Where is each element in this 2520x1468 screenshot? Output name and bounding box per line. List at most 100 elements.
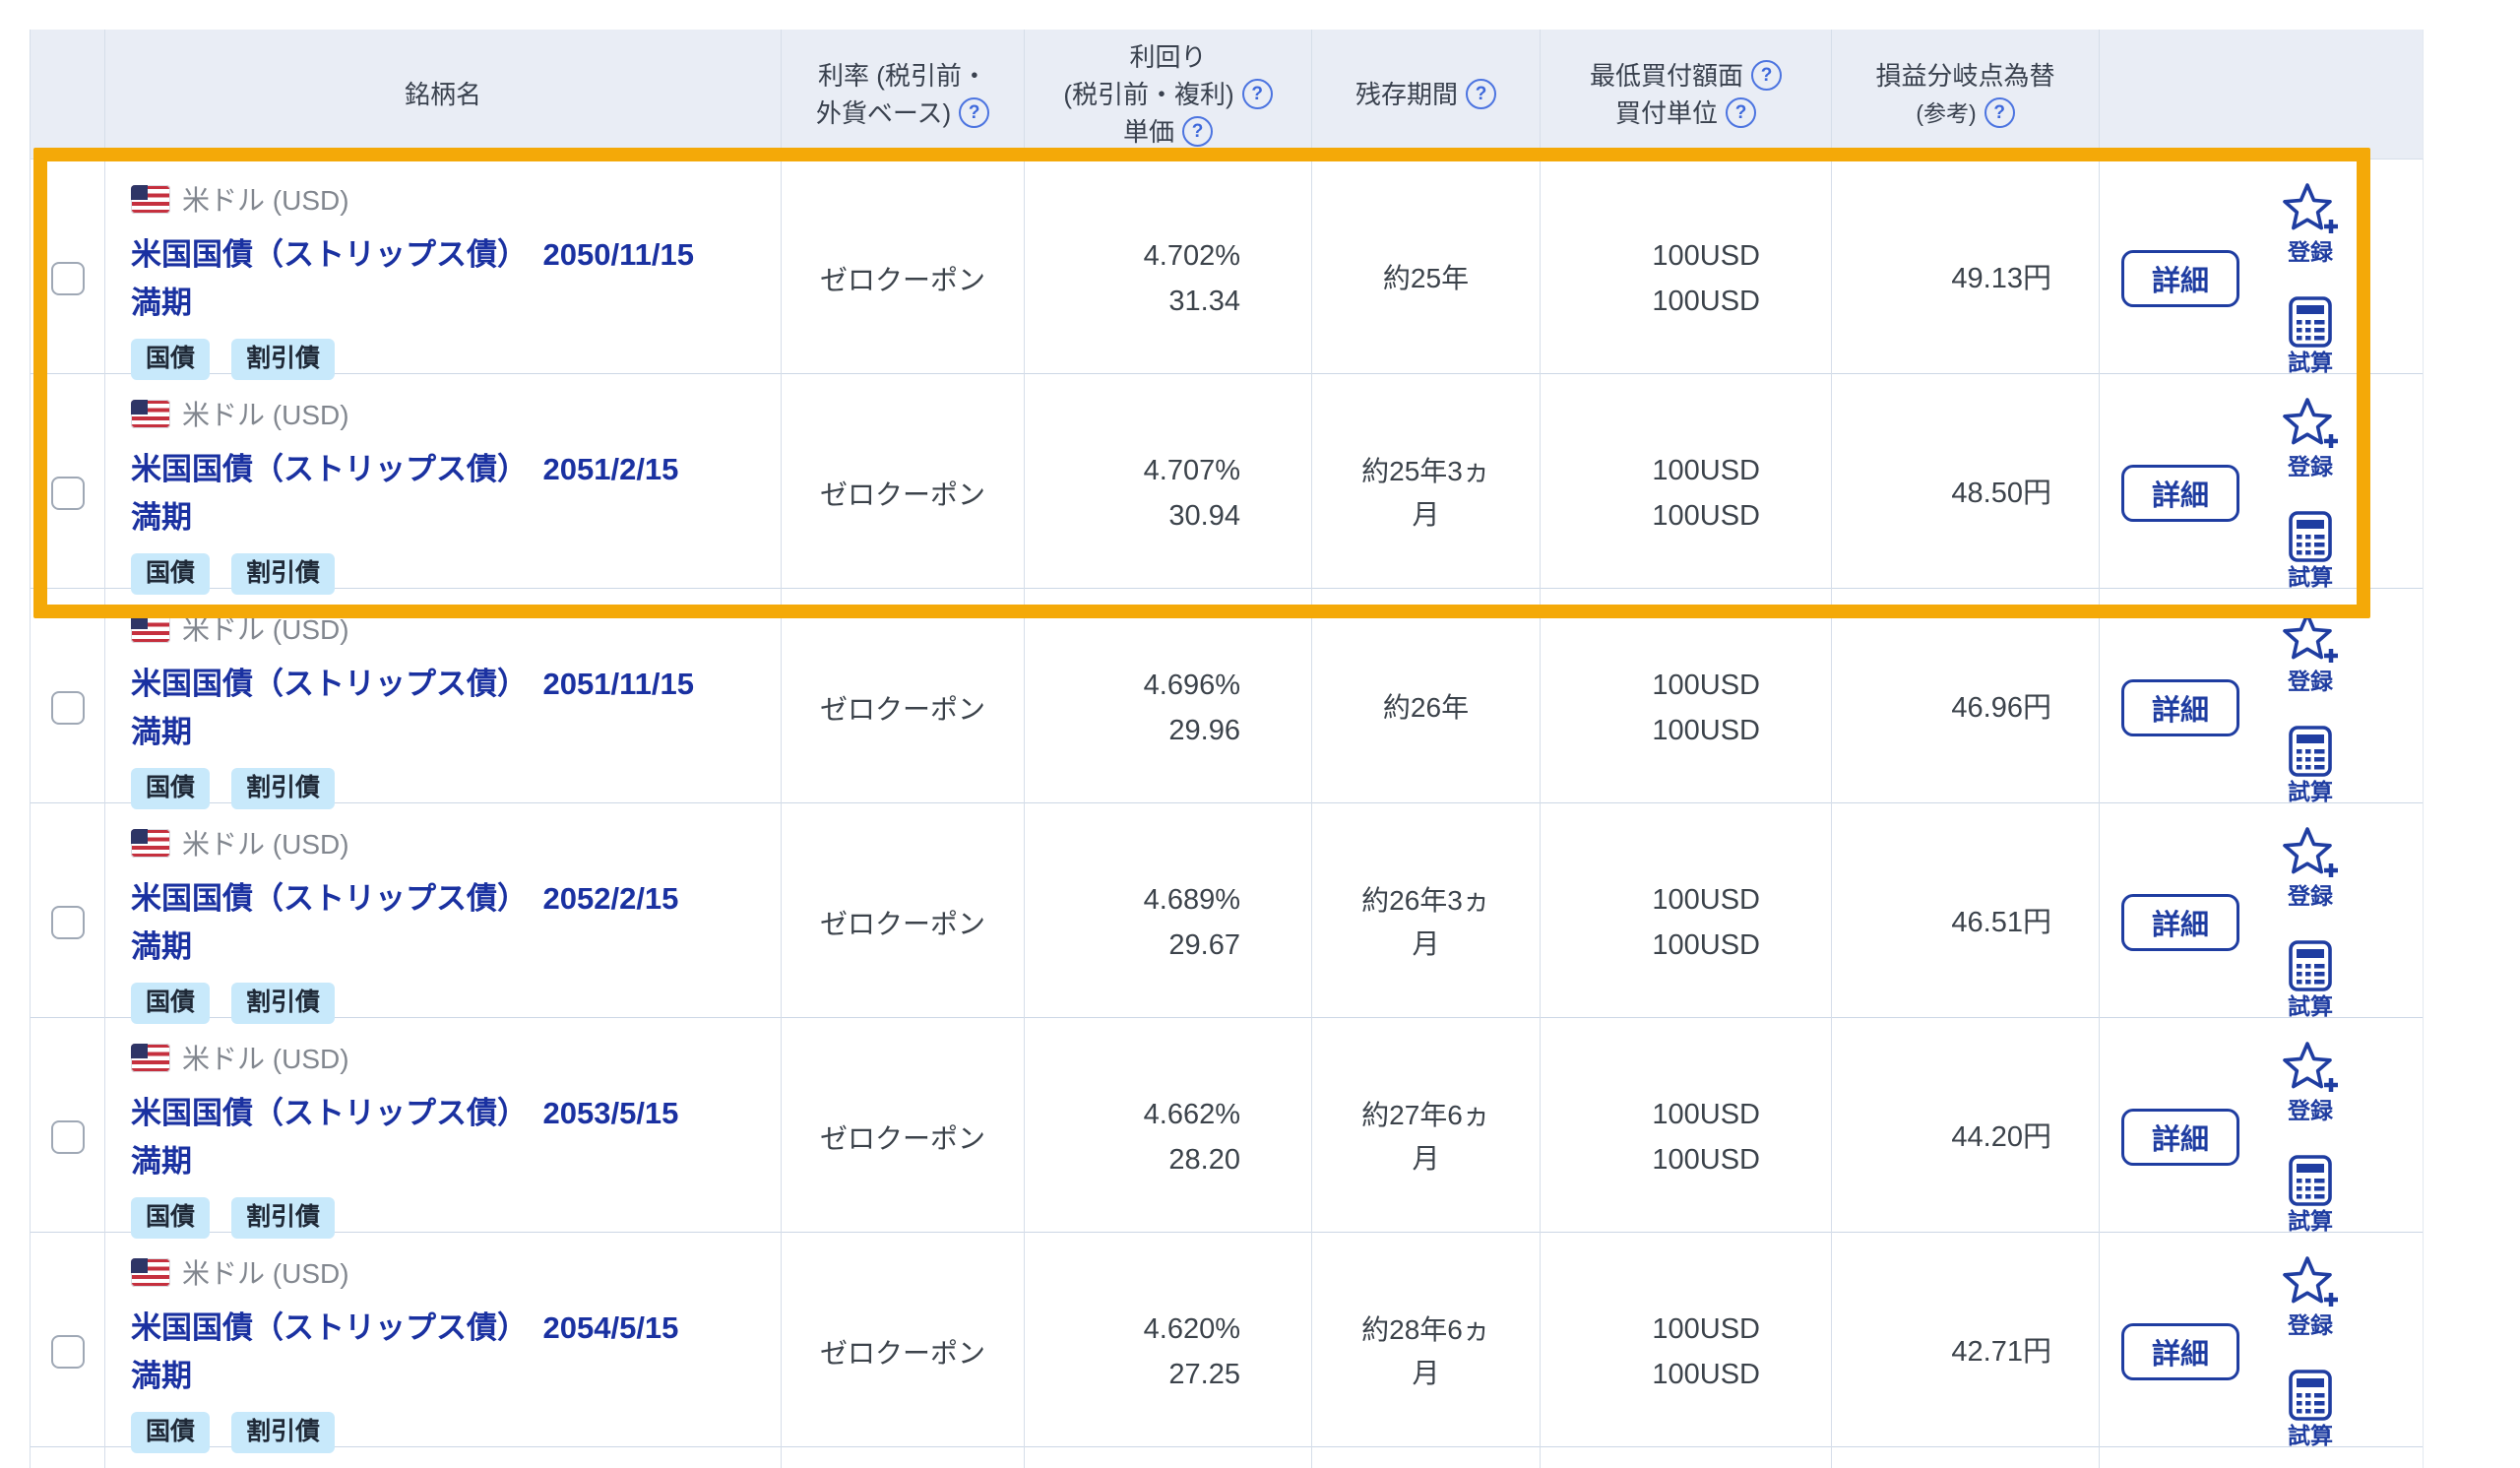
header-min-purchase: 最低買付額面 ? 買付単位 ? (1540, 30, 1831, 160)
bond-name-line1: 米国国債（ストリップス債） 2053/5/15 (131, 1089, 761, 1137)
us-flag-icon (131, 400, 170, 428)
simulation-button[interactable]: 試算 (2287, 939, 2334, 1019)
detail-button[interactable]: 詳細 (2121, 1109, 2239, 1166)
yield-price-cell: 4.689% 29.67 (1024, 803, 1311, 1042)
register-label: 登録 (2288, 670, 2333, 694)
row-checkbox[interactable] (51, 1120, 85, 1154)
star-plus-icon (2281, 610, 2340, 668)
coupon-type: ゼロクーポン (820, 1117, 985, 1157)
coupon-type-cell: ゼロクーポン (781, 374, 1024, 612)
min-purchase-cell: 100USD 100USD (1540, 1233, 1831, 1468)
simulation-label: 試算 (2288, 351, 2333, 375)
table-row: 米ドル (USD) 米国国債（ストリップス債） 2051/2/15 満期 国債 … (30, 374, 2424, 589)
row-checkbox[interactable] (51, 906, 85, 939)
purchase-unit-value: 100USD (1652, 1352, 1760, 1397)
simulation-label: 試算 (2288, 565, 2333, 590)
coupon-type: ゼロクーポン (820, 1332, 985, 1372)
row-checkbox[interactable] (51, 691, 85, 725)
row-checkbox-cell (30, 589, 104, 827)
calculator-icon (2287, 1369, 2334, 1422)
currency-line: 米ドル (USD) (131, 394, 761, 433)
currency-line: 米ドル (USD) (131, 1038, 761, 1077)
currency-label: 米ドル (USD) (182, 1252, 349, 1292)
help-icon[interactable]: ? (1984, 97, 2015, 128)
simulation-button[interactable]: 試算 (2287, 1154, 2334, 1234)
calculator-icon (2287, 1154, 2334, 1207)
row-checkbox[interactable] (51, 262, 85, 295)
star-plus-icon (2281, 1254, 2340, 1311)
row-checkbox[interactable] (51, 477, 85, 510)
register-favorite-button[interactable]: 登録 (2281, 396, 2340, 479)
calculator-icon (2287, 510, 2334, 563)
min-purchase-cell: 100USD 100USD (1540, 160, 1831, 398)
register-label: 登録 (2288, 884, 2333, 909)
coupon-type: ゼロクーポン (820, 474, 985, 513)
remaining-period: 約25年 (1349, 257, 1504, 300)
simulation-label: 試算 (2288, 780, 2333, 804)
detail-button[interactable]: 詳細 (2121, 894, 2239, 951)
currency-line: 米ドル (USD) (131, 179, 761, 219)
breakeven-fx-cell: 49.13円 (1831, 160, 2099, 398)
help-icon[interactable]: ? (1242, 79, 1273, 109)
header-actions-column (2099, 30, 2424, 160)
detail-button[interactable]: 詳細 (2121, 679, 2239, 736)
help-icon[interactable]: ? (1182, 116, 1213, 147)
row-checkbox-cell (30, 1233, 104, 1468)
currency-label: 米ドル (USD) (182, 823, 349, 862)
header-coupon-rate: 利率 (税引前・ 外貨ベース) ? (781, 30, 1024, 160)
yield-value: 4.689% (1144, 877, 1240, 923)
min-face-value: 100USD (1652, 1092, 1760, 1137)
issue-name-cell: 米ドル (USD) 米国国債（ストリップス債） 2051/2/15 満期 国債 … (104, 374, 781, 612)
issue-name-cell: 米ドル (USD) 米国国債（ストリップス債） 2053/5/15 満期 国債 … (104, 1018, 781, 1256)
bond-name-line2: 満期 (131, 1137, 761, 1185)
star-plus-icon (2281, 181, 2340, 238)
bond-name-line1: 米国国債（ストリップス債） 2052/2/15 (131, 874, 761, 923)
table-row: 米ドル (USD) 米国国債（ストリップス債） 2051/11/15 満期 国債… (30, 589, 2424, 803)
detail-button[interactable]: 詳細 (2121, 250, 2239, 307)
register-label: 登録 (2288, 455, 2333, 479)
star-plus-icon (2281, 1040, 2340, 1097)
bond-name-link[interactable]: 米国国債（ストリップス債） 2051/11/15 満期 (131, 660, 761, 756)
simulation-button[interactable]: 試算 (2287, 725, 2334, 804)
bond-name-link[interactable]: 米国国債（ストリップス債） 2052/2/15 満期 (131, 874, 761, 971)
detail-button[interactable]: 詳細 (2121, 465, 2239, 522)
table-row: 米ドル (USD) 米国国債（ストリップス債） 2053/5/15 満期 国債 … (30, 1018, 2424, 1233)
register-favorite-button[interactable]: 登録 (2281, 825, 2340, 909)
issue-name-cell: 米ドル (USD) 米国国債（ストリップス債） 2054/5/15 満期 国債 … (104, 1233, 781, 1468)
yield-value: 4.702% (1144, 233, 1240, 279)
simulation-button[interactable]: 試算 (2287, 295, 2334, 375)
bond-name-link[interactable]: 米国国債（ストリップス債） 2051/2/15 満期 (131, 445, 761, 542)
yield-price-cell: 4.707% 30.94 (1024, 374, 1311, 612)
detail-button[interactable]: 詳細 (2121, 1323, 2239, 1380)
help-icon[interactable]: ? (1751, 60, 1782, 91)
currency-label: 米ドル (USD) (182, 608, 349, 648)
simulation-label: 試算 (2288, 1209, 2333, 1234)
register-favorite-button[interactable]: 登録 (2281, 610, 2340, 694)
actions-cell: 詳細 登録 (2099, 589, 2424, 827)
coupon-type-cell: ゼロクーポン (781, 589, 1024, 827)
simulation-button[interactable]: 試算 (2287, 1369, 2334, 1448)
help-icon[interactable]: ? (959, 97, 989, 128)
help-icon[interactable]: ? (1466, 79, 1496, 109)
bond-name-link[interactable]: 米国国債（ストリップス債） 2050/11/15 満期 (131, 230, 761, 327)
icon-stack: 登録 試算 (2281, 610, 2340, 805)
bond-name-link[interactable]: 米国国債（ストリップス債） 2054/5/15 満期 (131, 1304, 761, 1400)
star-plus-icon (2281, 825, 2340, 882)
min-face-value: 100USD (1652, 233, 1760, 279)
register-favorite-button[interactable]: 登録 (2281, 181, 2340, 265)
yield-price-cell: 4.662% 28.20 (1024, 1018, 1311, 1256)
breakeven-fx-cell: 42.71円 (1831, 1233, 2099, 1468)
min-face-value: 100USD (1652, 877, 1760, 923)
calculator-icon (2287, 725, 2334, 778)
bond-name-link[interactable]: 米国国債（ストリップス債） 2053/5/15 満期 (131, 1089, 761, 1185)
header-breakeven-fx: 損益分岐点為替 (参考) ? (1831, 30, 2099, 160)
bond-name-line2: 満期 (131, 493, 761, 542)
unit-price-value: 29.96 (1168, 708, 1240, 753)
actions-cell: 詳細 登録 (2099, 374, 2424, 612)
register-favorite-button[interactable]: 登録 (2281, 1254, 2340, 1338)
register-favorite-button[interactable]: 登録 (2281, 1040, 2340, 1123)
simulation-button[interactable]: 試算 (2287, 510, 2334, 590)
coupon-type-cell: ゼロクーポン (781, 1233, 1024, 1468)
row-checkbox[interactable] (51, 1335, 85, 1369)
help-icon[interactable]: ? (1726, 97, 1756, 128)
